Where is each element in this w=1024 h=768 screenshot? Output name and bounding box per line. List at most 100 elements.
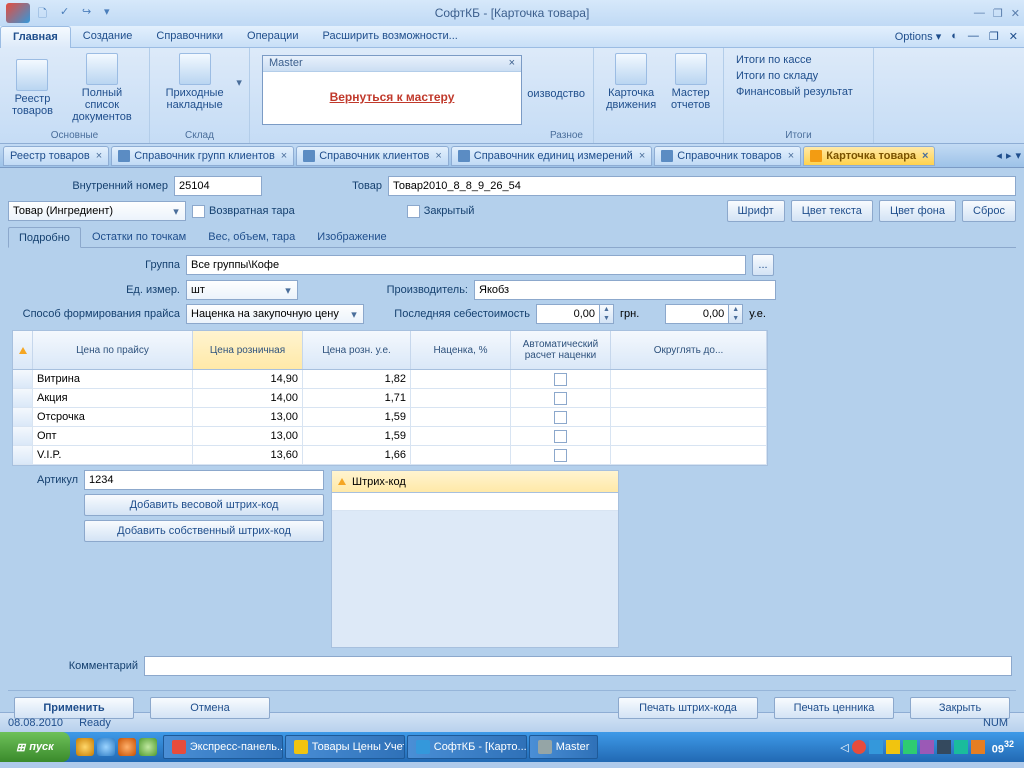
status-numlock: NUM: [983, 717, 1008, 729]
product-name-input[interactable]: [388, 176, 1016, 196]
status-state: Ready: [79, 717, 111, 729]
subtab-image[interactable]: Изображение: [306, 226, 397, 247]
subtab-stock[interactable]: Остатки по точкам: [81, 226, 197, 247]
title-bar: 🗋 ✓ ↪ ▾ СофтКБ - [Карточка товара] — ❐ ✕: [0, 0, 1024, 26]
close-icon[interactable]: ×: [96, 150, 102, 162]
tabs-scroll-left-icon[interactable]: ◂: [996, 149, 1002, 162]
ql-icon[interactable]: [139, 738, 157, 756]
ribbon-tabs: Главная Создание Справочники Операции Ра…: [0, 26, 1024, 48]
group-browse-button[interactable]: ...: [752, 254, 774, 276]
price-grid[interactable]: Цена по прайсу Цена розничная Цена розн.…: [12, 330, 768, 466]
btn-full-docs[interactable]: Полный список документов: [61, 51, 143, 125]
master-panel: Master× Вернуться к мастеру: [262, 55, 522, 125]
table-row[interactable]: Витрина14,901,82: [13, 370, 767, 389]
tray-icon[interactable]: [954, 740, 968, 754]
taskbar-task[interactable]: СофтКБ - [Карто...: [407, 735, 527, 759]
taskbar-task[interactable]: Master: [529, 735, 599, 759]
price-method-combo[interactable]: Наценка на закупочную цену▾: [186, 304, 364, 324]
font-button[interactable]: Шрифт: [727, 200, 785, 222]
subtab-weight[interactable]: Вес, объем, тара: [197, 226, 306, 247]
print-barcode-button[interactable]: Печать штрих-кода: [618, 697, 758, 719]
tray-icon[interactable]: [971, 740, 985, 754]
options-menu[interactable]: Options ▾: [895, 30, 942, 43]
help-icon[interactable]: ◐: [951, 30, 958, 43]
closed-checkbox[interactable]: Закрытый: [407, 205, 475, 218]
start-button[interactable]: ⊞пуск: [0, 732, 70, 762]
ql-icon[interactable]: [97, 738, 115, 756]
group-input[interactable]: [186, 255, 746, 275]
last-cost-ue-spin[interactable]: ▲▼: [665, 304, 743, 324]
tab-main[interactable]: Главная: [0, 26, 71, 48]
textcolor-button[interactable]: Цвет текста: [791, 200, 873, 222]
btn-move-card[interactable]: Карточка движения: [600, 51, 662, 113]
manufacturer-input[interactable]: [474, 280, 776, 300]
link-cash-summary[interactable]: Итоги по кассе: [736, 54, 861, 66]
tray-icon[interactable]: [886, 740, 900, 754]
unit-combo[interactable]: шт▾: [186, 280, 298, 300]
mdi-close-icon[interactable]: ✕: [1009, 30, 1018, 43]
table-row[interactable]: Акция14,001,71: [13, 389, 767, 408]
doctab-registry[interactable]: Реестр товаров×: [3, 146, 109, 166]
doctab-client-groups[interactable]: Справочник групп клиентов×: [111, 146, 294, 166]
tray-icon[interactable]: [920, 740, 934, 754]
tab-extend[interactable]: Расширить возможности...: [310, 26, 469, 48]
link-stock-summary[interactable]: Итоги по складу: [736, 70, 861, 82]
mdi-restore-icon[interactable]: ❐: [989, 30, 999, 43]
table-row[interactable]: V.I.P.13,601,66: [13, 446, 767, 465]
returnable-checkbox[interactable]: Возвратная тара: [192, 205, 295, 218]
tray-icon[interactable]: [852, 740, 866, 754]
table-row[interactable]: Отсрочка13,001,59: [13, 408, 767, 427]
maximize-icon[interactable]: ❐: [993, 7, 1003, 20]
doctab-card[interactable]: Карточка товара×: [803, 146, 935, 166]
btn-goods-registry[interactable]: Реестр товаров: [6, 51, 59, 125]
barcode-grid[interactable]: Штрих-код: [331, 470, 619, 648]
mdi-minimize-icon[interactable]: —: [968, 30, 979, 43]
add-own-barcode-button[interactable]: Добавить собственный штрих-код: [84, 520, 324, 542]
last-cost-spin[interactable]: ▲▼: [536, 304, 614, 324]
print-tag-button[interactable]: Печать ценника: [774, 697, 894, 719]
tray-icon[interactable]: [937, 740, 951, 754]
tray-icon[interactable]: [903, 740, 917, 754]
tray-icon[interactable]: [869, 740, 883, 754]
close-icon[interactable]: ✕: [1011, 7, 1020, 20]
btn-report-master[interactable]: Мастер отчетов: [664, 51, 717, 113]
minimize-icon[interactable]: —: [974, 7, 985, 20]
quick-access-toolbar: 🗋 ✓ ↪ ▾: [38, 5, 120, 21]
taskbar: ⊞пуск Экспресс-панель... Товары Цены Уче…: [0, 732, 1024, 762]
comment-input[interactable]: [144, 656, 1012, 676]
product-type-combo[interactable]: Товар (Ингредиент)▾: [8, 201, 186, 221]
app-logo: [6, 3, 30, 23]
ql-icon[interactable]: [118, 738, 136, 756]
window-title: СофтКБ - [Карточка товара]: [435, 6, 590, 20]
taskbar-task[interactable]: Товары Цены Учет: [285, 735, 405, 759]
link-fin-result[interactable]: Финансовый результат: [736, 86, 861, 98]
tab-dictionaries[interactable]: Справочники: [144, 26, 235, 48]
reset-button[interactable]: Сброс: [962, 200, 1016, 222]
tab-create[interactable]: Создание: [71, 26, 145, 48]
doctab-goods[interactable]: Справочник товаров×: [654, 146, 801, 166]
btn-incoming[interactable]: Приходные накладные: [156, 51, 233, 113]
ql-icon[interactable]: [76, 738, 94, 756]
doctab-units[interactable]: Справочник единиц измерений×: [451, 146, 652, 166]
qat-dropdown-icon[interactable]: ▾: [104, 5, 120, 21]
check-icon[interactable]: ✓: [60, 5, 76, 21]
table-row[interactable]: Опт13,001,59: [13, 427, 767, 446]
return-to-master-link[interactable]: Вернуться к мастеру: [263, 72, 521, 104]
taskbar-task[interactable]: Экспресс-панель...: [163, 735, 283, 759]
add-weight-barcode-button[interactable]: Добавить весовой штрих-код: [84, 494, 324, 516]
internal-no-input[interactable]: [174, 176, 262, 196]
cancel-button[interactable]: Отмена: [150, 697, 270, 719]
doctab-clients[interactable]: Справочник клиентов×: [296, 146, 449, 166]
clock[interactable]: 0932: [988, 739, 1018, 756]
tabs-menu-icon[interactable]: ▾: [1015, 149, 1021, 162]
new-icon[interactable]: 🗋: [38, 5, 54, 21]
master-close-icon[interactable]: ×: [509, 57, 515, 70]
subtab-detail[interactable]: Подробно: [8, 227, 81, 248]
redo-icon[interactable]: ↪: [82, 5, 98, 21]
tabs-scroll-right-icon[interactable]: ▸: [1006, 149, 1012, 162]
document-tabs: Реестр товаров× Справочник групп клиенто…: [0, 144, 1024, 168]
system-tray[interactable]: ◁ 0932: [834, 739, 1024, 756]
bgcolor-button[interactable]: Цвет фона: [879, 200, 956, 222]
article-input[interactable]: [84, 470, 324, 490]
tab-operations[interactable]: Операции: [235, 26, 310, 48]
